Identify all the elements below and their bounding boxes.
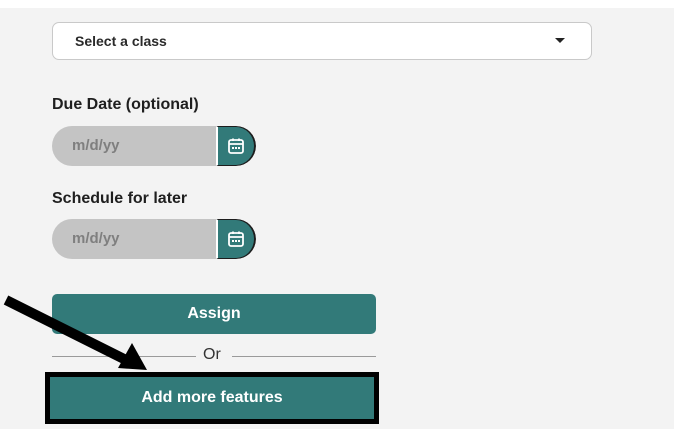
due-date-picker-button[interactable] <box>216 126 256 166</box>
schedule-date-picker-button[interactable] <box>216 219 256 259</box>
chevron-down-icon <box>555 38 565 43</box>
schedule-date-placeholder: m/d/yy <box>72 230 120 247</box>
class-select-value: Select a class <box>75 33 167 49</box>
due-date-placeholder: m/d/yy <box>72 137 120 154</box>
assignment-form: Select a class Due Date (optional) m/d/y… <box>0 8 674 429</box>
due-date-input[interactable]: m/d/yy <box>52 126 256 166</box>
calendar-icon <box>228 138 244 154</box>
due-date-label: Due Date (optional) <box>52 96 199 113</box>
divider-left <box>52 356 196 357</box>
schedule-date-input[interactable]: m/d/yy <box>52 219 256 259</box>
schedule-label: Schedule for later <box>52 190 188 207</box>
calendar-icon <box>228 231 244 247</box>
class-select[interactable]: Select a class <box>52 22 592 60</box>
divider-right <box>232 356 376 357</box>
or-separator: Or <box>203 346 221 363</box>
add-more-features-button[interactable]: Add more features <box>45 372 379 424</box>
assign-button[interactable]: Assign <box>52 294 376 334</box>
